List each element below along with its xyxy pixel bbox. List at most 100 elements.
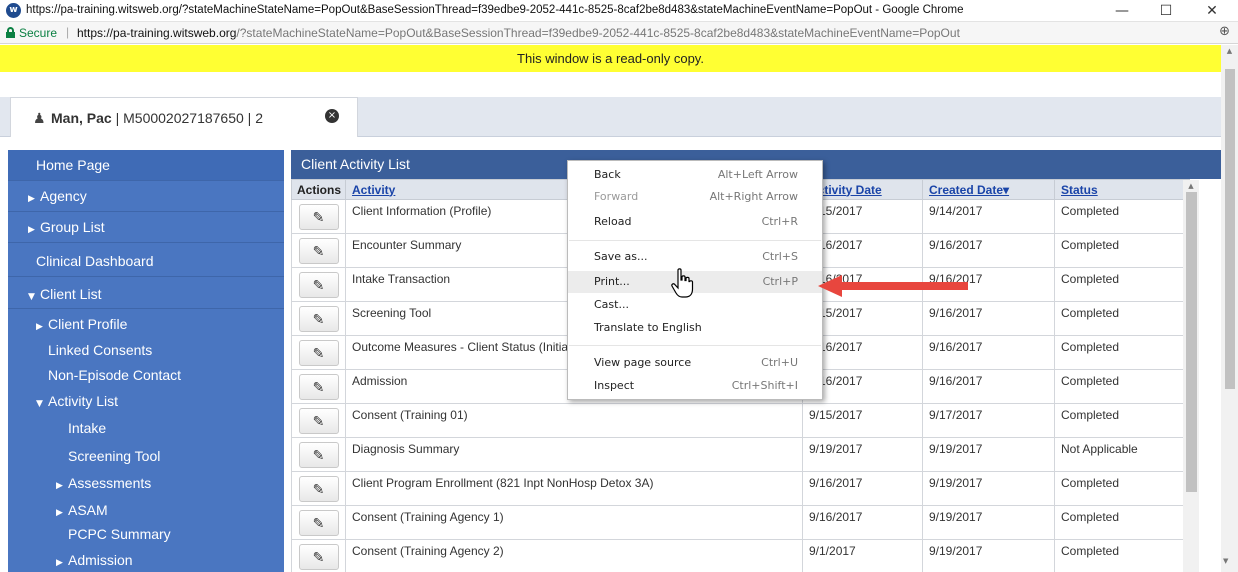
activity-cell: Consent (Training Agency 1)	[345, 505, 803, 540]
sidebar-item-non-episode-contact[interactable]: Non-Episode Contact	[8, 363, 284, 388]
pencil-icon[interactable]: ✎	[298, 476, 339, 502]
pencil-icon[interactable]: ✎	[298, 510, 339, 536]
sidebar-item-client-profile[interactable]: ▶ Client Profile	[8, 312, 284, 337]
pencil-icon[interactable]: ✎	[298, 544, 339, 570]
close-window-button[interactable]: ✕	[1190, 0, 1234, 22]
sidebar-item-home-page[interactable]: Home Page	[8, 150, 284, 181]
sidebar-item-label: Intake	[68, 420, 107, 436]
client-tab[interactable]: ♟ Man, Pac | M50002027187650 | 2 ×	[10, 97, 358, 137]
sidebar-item-label: Screening Tool	[68, 448, 161, 464]
sidebar-item-pcpc-summary[interactable]: PCPC Summary	[8, 522, 284, 547]
url-text[interactable]: https://pa-training.witsweb.org/?stateMa…	[77, 26, 960, 40]
sidebar-item-intake[interactable]: Intake	[8, 416, 284, 441]
status-cell: Completed	[1054, 267, 1190, 302]
scroll-down-icon[interactable]: ▼	[1223, 557, 1228, 565]
pencil-icon[interactable]: ✎	[298, 408, 339, 434]
menu-item-reload[interactable]: Reload Ctrl+R	[568, 211, 822, 233]
activity-date-cell: 9/16/2017	[802, 471, 923, 506]
caret-right-icon: ▶	[28, 194, 35, 204]
created-date-cell: 9/19/2017	[922, 471, 1055, 506]
actions-cell: ✎	[291, 199, 346, 234]
pencil-icon[interactable]: ✎	[298, 442, 339, 468]
actions-cell: ✎	[291, 301, 346, 336]
actions-cell: ✎	[291, 369, 346, 404]
lock-icon	[6, 27, 15, 38]
pencil-icon[interactable]: ✎	[298, 238, 339, 264]
actions-cell: ✎	[291, 471, 346, 506]
sidebar-item-assessments[interactable]: ▶ Assessments	[8, 471, 284, 496]
menu-item-shortcut: Ctrl+P	[762, 275, 798, 288]
activity-date-cell: 9/16/2017	[802, 505, 923, 540]
maximize-button[interactable]: ☐	[1144, 0, 1188, 22]
sidebar-item-label: Clinical Dashboard	[36, 253, 154, 269]
status-cell: Completed	[1054, 233, 1190, 268]
pencil-icon[interactable]: ✎	[298, 306, 339, 332]
page-scroll-thumb[interactable]	[1225, 69, 1235, 389]
menu-item-label: Forward	[594, 190, 639, 203]
caret-right-icon: ▶	[36, 322, 43, 332]
pencil-icon[interactable]: ✎	[298, 204, 339, 230]
menu-item-inspect[interactable]: Inspect Ctrl+Shift+I	[568, 375, 822, 397]
sidebar-item-activity-list[interactable]: ▼ Activity List	[8, 389, 284, 414]
menu-item-print[interactable]: Print... Ctrl+P	[568, 271, 822, 293]
client-tab-label: Man, Pac | M50002027187650 | 2	[51, 110, 263, 126]
menu-item-save-as[interactable]: Save as... Ctrl+S	[568, 246, 822, 268]
caret-right-icon: ▶	[56, 558, 63, 568]
user-icon: ♟	[33, 111, 46, 127]
table-row[interactable]: ✎ Consent (Training Agency 1) 9/16/2017 9/1…	[291, 505, 1190, 540]
address-bar[interactable]: Secure | https://pa-training.witsweb.org…	[0, 22, 1238, 44]
client-name: Man, Pac	[51, 110, 112, 126]
pencil-icon[interactable]: ✎	[298, 272, 339, 298]
table-row[interactable]: ✎ Consent (Training 01) 9/15/2017 9/17/2017…	[291, 403, 1190, 438]
menu-item-view-source[interactable]: View page source Ctrl+U	[568, 352, 822, 374]
actions-cell: ✎	[291, 403, 346, 438]
column-header-created-date[interactable]: Created Date▾	[922, 179, 1055, 200]
caret-down-icon: ▼	[36, 399, 43, 409]
sidebar-item-clinical-dashboard[interactable]: Clinical Dashboard	[8, 243, 284, 277]
activity-cell: Diagnosis Summary	[345, 437, 803, 472]
sidebar-item-agency[interactable]: ▶ Agency	[8, 181, 284, 212]
table-row[interactable]: ✎ Consent (Training Agency 2) 9/1/2017 9/19…	[291, 539, 1190, 572]
read-only-banner: This window is a read-only copy.	[0, 45, 1221, 72]
created-date-cell: 9/16/2017	[922, 335, 1055, 370]
activity-date-cell: 9/15/2017	[802, 403, 923, 438]
sidebar-item-client-list[interactable]: ▼ Client List	[8, 277, 284, 309]
menu-item-back[interactable]: Back Alt+Left Arrow	[568, 164, 822, 186]
sidebar-item-linked-consents[interactable]: Linked Consents	[8, 338, 284, 363]
pencil-icon[interactable]: ✎	[298, 340, 339, 366]
table-scroll-thumb[interactable]	[1186, 192, 1197, 492]
minimize-button[interactable]: —	[1100, 0, 1144, 22]
sidebar-item-asam[interactable]: ▶ ASAM	[8, 498, 284, 523]
created-date-cell: 9/16/2017	[922, 301, 1055, 336]
table-row[interactable]: ✎ Client Program Enrollment (821 Inpt Non…	[291, 471, 1190, 506]
sidebar-item-admission[interactable]: ▶ Admission	[8, 548, 284, 572]
menu-item-translate[interactable]: Translate to English	[568, 317, 822, 339]
sidebar-item-label: ASAM	[68, 502, 108, 518]
page-scrollbar[interactable]: ▲	[1221, 45, 1238, 572]
menu-item-shortcut: Ctrl+Shift+I	[731, 379, 798, 392]
sidebar-item-screening-tool[interactable]: Screening Tool	[8, 444, 284, 469]
scroll-up-icon[interactable]: ▲	[1221, 47, 1238, 55]
menu-item-label: Translate to English	[594, 321, 702, 334]
created-date-cell: 9/19/2017	[922, 505, 1055, 540]
close-tab-icon[interactable]: ×	[325, 109, 339, 123]
menu-item-shortcut: Alt+Right Arrow	[709, 190, 798, 203]
menu-item-forward[interactable]: Forward Alt+Right Arrow	[568, 186, 822, 208]
created-date-cell: 9/19/2017	[922, 539, 1055, 572]
zoom-icon[interactable]: ⊕	[1219, 24, 1230, 39]
table-scrollbar[interactable]: ▲	[1183, 180, 1199, 572]
sidebar-item-label: Linked Consents	[48, 342, 153, 358]
scroll-up-icon[interactable]: ▲	[1183, 182, 1199, 190]
pencil-icon[interactable]: ✎	[298, 374, 339, 400]
sidebar-item-group-list[interactable]: ▶ Group List	[8, 212, 284, 243]
column-header-status[interactable]: Status	[1054, 179, 1190, 200]
table-row[interactable]: ✎ Diagnosis Summary 9/19/2017 9/19/2017 Not …	[291, 437, 1190, 472]
menu-item-shortcut: Ctrl+S	[762, 250, 798, 263]
context-menu: Back Alt+Left Arrow Forward Alt+Right Arro…	[567, 160, 823, 400]
menu-item-cast[interactable]: Cast...	[568, 294, 822, 316]
sidebar-item-label: Admission	[68, 552, 133, 568]
actions-cell: ✎	[291, 335, 346, 370]
activity-cell: Consent (Training Agency 2)	[345, 539, 803, 572]
created-date-cell: 9/17/2017	[922, 403, 1055, 438]
column-header-actions: Actions	[291, 179, 346, 200]
